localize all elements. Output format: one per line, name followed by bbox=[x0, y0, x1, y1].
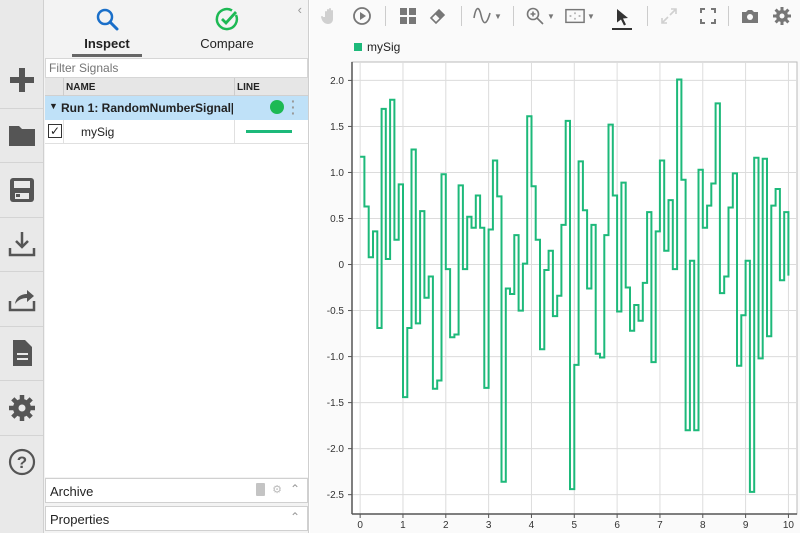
signal-name: mySig bbox=[81, 125, 115, 139]
save-icon bbox=[9, 177, 34, 202]
signal-row[interactable]: ✓ mySig bbox=[45, 120, 308, 144]
active-tab-indicator bbox=[72, 54, 142, 57]
column-divider bbox=[63, 78, 64, 96]
rail-button-new[interactable] bbox=[0, 53, 43, 107]
rail-button-open[interactable] bbox=[0, 107, 43, 162]
chevron-up-icon[interactable]: ⌃ bbox=[290, 482, 300, 496]
tab-inspect[interactable]: Inspect bbox=[52, 4, 162, 57]
x-tick-label: 1 bbox=[400, 520, 406, 531]
archive-panel[interactable]: Archive ⚙ ⌃ bbox=[45, 478, 308, 503]
properties-panel[interactable]: Properties ⌃ bbox=[45, 506, 308, 531]
run-row[interactable]: ▼ Run 1: RandomNumberSignal[Curre ··· bbox=[45, 94, 308, 120]
tab-compare[interactable]: Compare bbox=[172, 4, 282, 56]
x-tick-label: 2 bbox=[443, 520, 449, 531]
column-divider bbox=[63, 120, 64, 144]
y-tick-label: 1.5 bbox=[330, 122, 344, 133]
properties-label: Properties bbox=[50, 512, 110, 527]
y-tick-label: -1.0 bbox=[327, 352, 345, 363]
x-tick-label: 8 bbox=[700, 520, 706, 531]
signal-line-style[interactable] bbox=[246, 130, 292, 133]
tab-inspect-label: Inspect bbox=[84, 36, 130, 51]
svg-text:?: ? bbox=[16, 453, 26, 472]
y-tick-label: 2.0 bbox=[330, 76, 344, 87]
archive-label: Archive bbox=[50, 484, 94, 499]
y-tick-label: -2.0 bbox=[327, 444, 345, 455]
share-icon bbox=[8, 289, 35, 311]
column-header-name[interactable]: NAME bbox=[66, 82, 95, 93]
rail-button-import[interactable] bbox=[0, 216, 43, 271]
signal-plot[interactable]: 0 1 2 3 4 5 6 7 8 9 10 2.0 1.5 1.0 0.5 0 -0.5 -1.0 -1.5 -2.… bbox=[310, 0, 800, 533]
y-tick-label: -0.5 bbox=[327, 306, 345, 317]
chevron-up-icon[interactable]: ⌃ bbox=[290, 510, 300, 524]
folder-icon bbox=[8, 126, 35, 146]
gear-icon[interactable]: ⚙ bbox=[272, 483, 282, 496]
run-status-icon bbox=[270, 100, 284, 114]
check-circle-icon bbox=[215, 7, 239, 31]
x-tick-label: 10 bbox=[783, 520, 795, 531]
x-tick-label: 3 bbox=[486, 520, 492, 531]
help-icon: ? bbox=[8, 448, 35, 476]
run-label: Run 1: RandomNumberSignal[Curre bbox=[61, 101, 233, 115]
rail-button-help[interactable]: ? bbox=[0, 434, 43, 489]
x-tick-label: 4 bbox=[529, 520, 535, 531]
y-tick-label: -1.5 bbox=[327, 398, 345, 409]
rail-button-save[interactable] bbox=[0, 162, 43, 216]
column-divider bbox=[234, 120, 235, 144]
signal-table-empty-area bbox=[45, 144, 308, 477]
rail-button-preferences[interactable] bbox=[0, 380, 43, 434]
tab-compare-label: Compare bbox=[200, 36, 254, 51]
more-options-icon[interactable]: · · · bbox=[291, 94, 297, 120]
plus-icon bbox=[9, 68, 34, 92]
signal-panel: Inspect Compare ‹ NAME LINE ▼ Run 1: Ran… bbox=[44, 0, 309, 533]
column-header-line[interactable]: LINE bbox=[237, 82, 260, 93]
table-header: NAME LINE bbox=[45, 78, 308, 96]
x-tick-label: 7 bbox=[657, 520, 663, 531]
y-tick-label: 0 bbox=[338, 260, 344, 271]
column-divider bbox=[234, 78, 235, 96]
signal-checkbox[interactable]: ✓ bbox=[48, 124, 62, 138]
gear-icon bbox=[8, 394, 35, 421]
document-icon bbox=[12, 340, 32, 366]
collapse-panel-icon[interactable]: ‹ bbox=[298, 2, 302, 17]
y-tick-label: 0.5 bbox=[330, 214, 344, 225]
rail-button-export[interactable] bbox=[0, 271, 43, 325]
y-tick-label: 1.0 bbox=[330, 168, 344, 179]
trash-icon[interactable] bbox=[256, 483, 265, 496]
left-rail: ? bbox=[0, 0, 44, 533]
plot-area: ▼ ▼ ▼ mySig 0 1 2 3 4 5 6 7 8 9 10 2.0 1.5 1.0 0.5 0 -0.… bbox=[310, 0, 800, 533]
download-icon bbox=[8, 232, 35, 257]
filter-signals-input[interactable] bbox=[45, 58, 308, 78]
expand-caret-icon[interactable]: ▼ bbox=[49, 101, 58, 111]
rail-button-report[interactable] bbox=[0, 325, 43, 380]
search-icon bbox=[96, 8, 119, 31]
x-tick-label: 0 bbox=[357, 520, 363, 531]
x-tick-label: 5 bbox=[572, 520, 578, 531]
x-tick-label: 9 bbox=[743, 520, 749, 531]
y-tick-label: -2.5 bbox=[327, 490, 345, 501]
x-tick-label: 6 bbox=[614, 520, 620, 531]
